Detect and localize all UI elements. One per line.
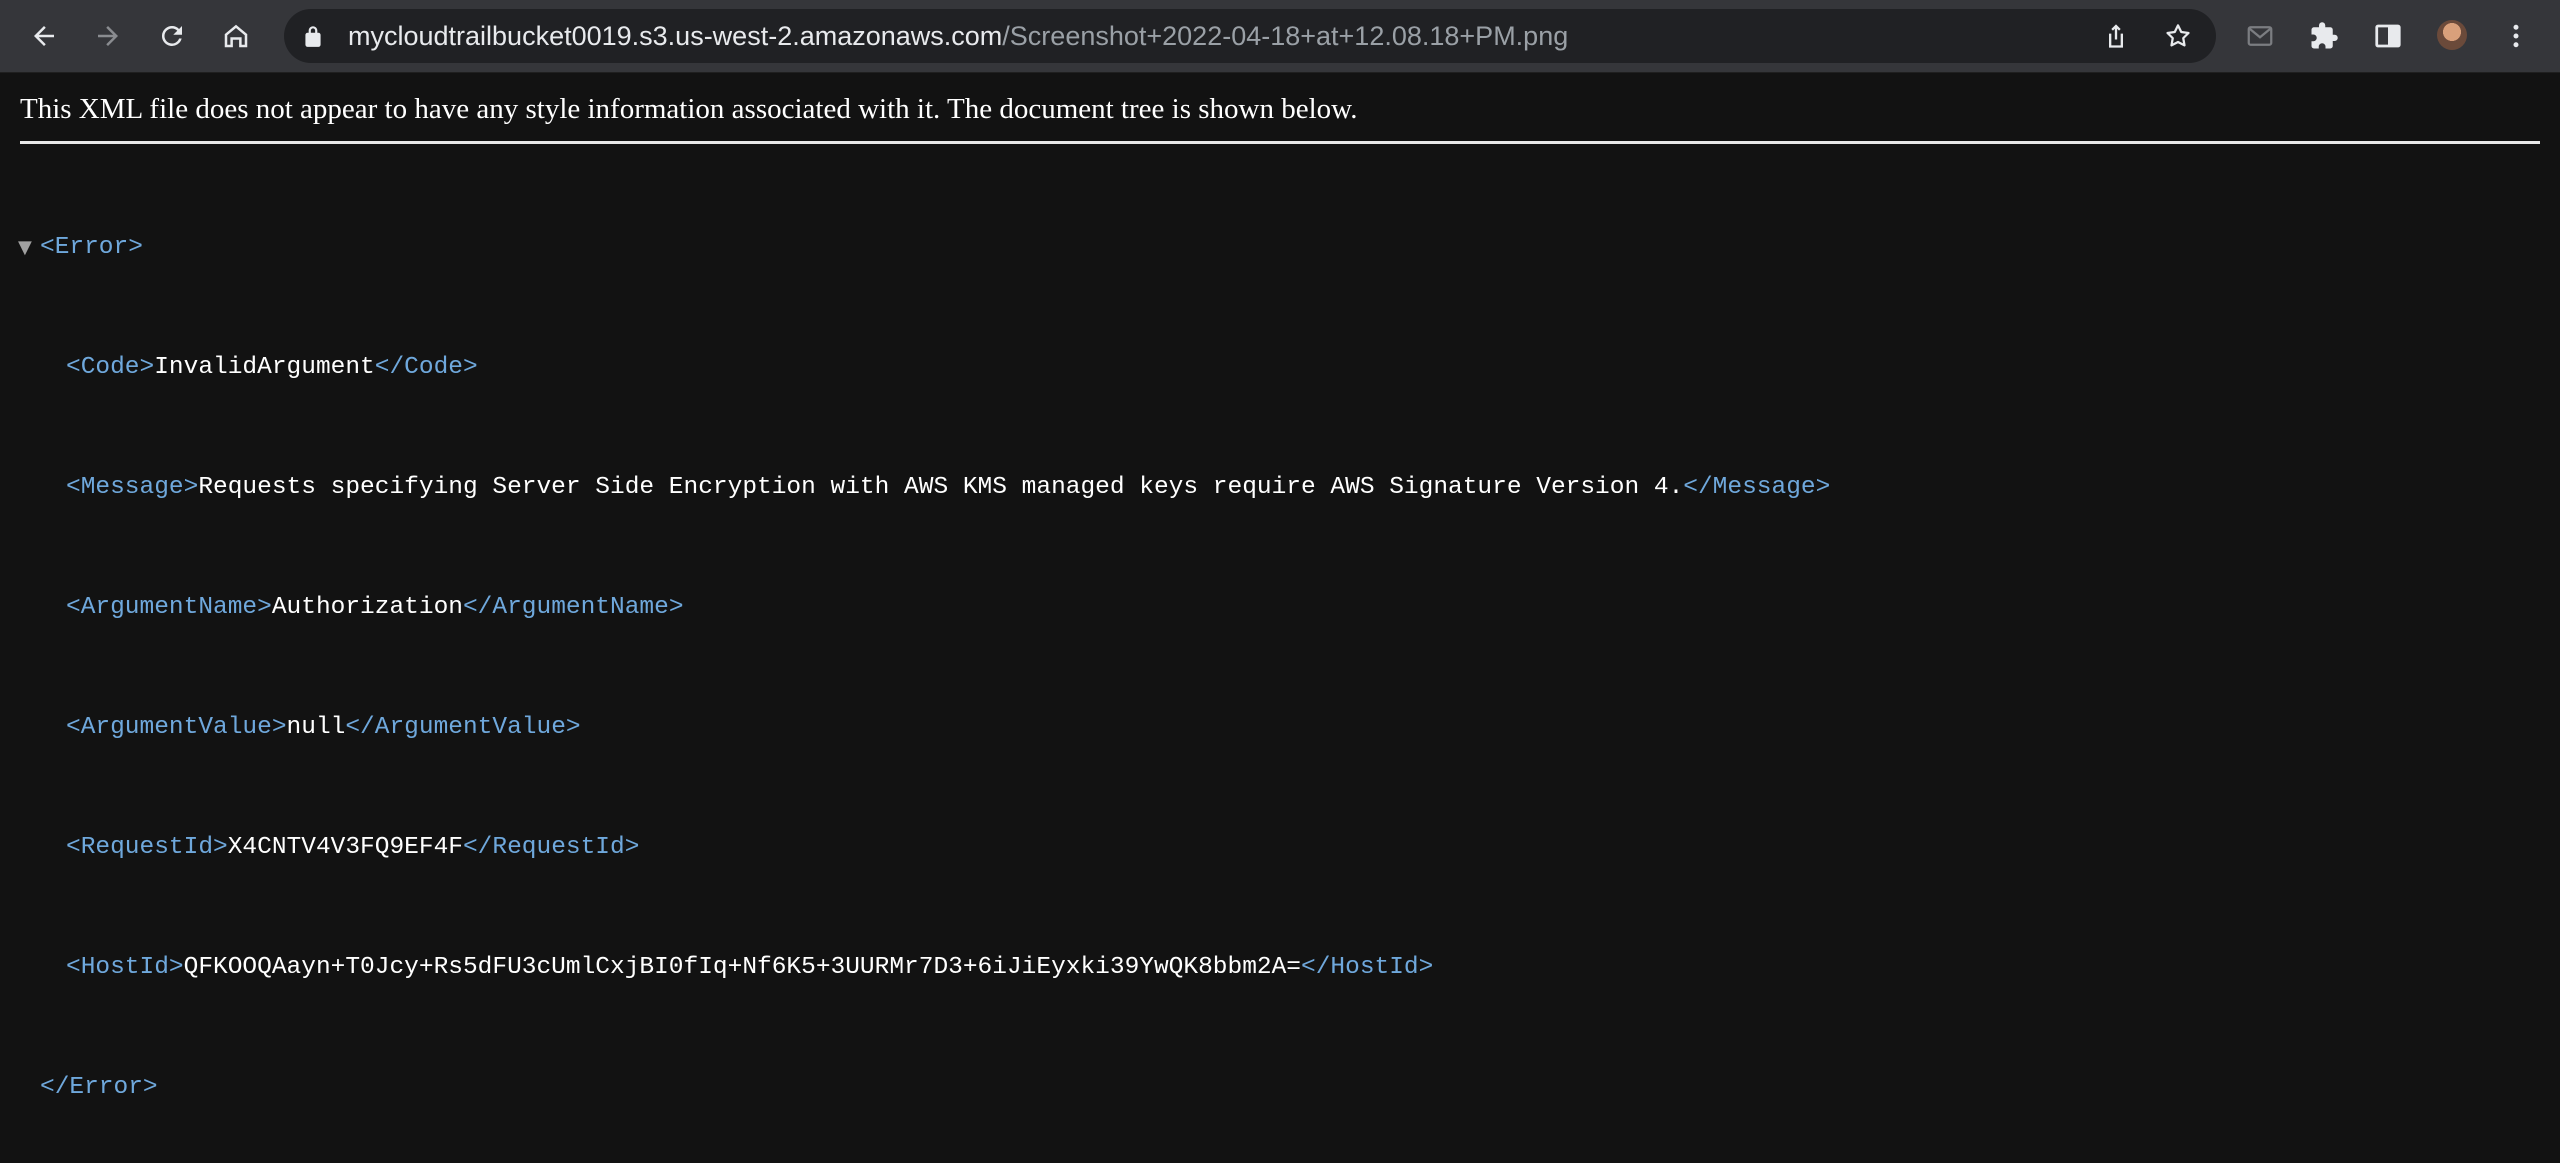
xml-tree: ▼ <Error> <Code>InvalidArgument</Code> <M… — [18, 173, 1830, 1163]
xml-tag-error-close: </Error> — [40, 1074, 158, 1101]
xml-host-id-line: <HostId>QFKOOQAayn+T0Jcy+Rs5dFU3cUmlCxjB… — [18, 953, 1830, 983]
xml-tag: </ArgumentName> — [462, 594, 684, 621]
mail-icon — [2247, 26, 2273, 46]
back-button[interactable] — [20, 12, 68, 60]
xml-tag: </RequestId> — [462, 834, 640, 861]
puzzle-icon — [2311, 22, 2338, 49]
xml-argument-name-value: Authorization — [271, 594, 463, 621]
xml-code-value: InvalidArgument — [154, 354, 375, 381]
xml-tag: </Code> — [374, 354, 478, 381]
url-host: mycloudtrailbucket0019.s3.us-west-2.amaz… — [348, 21, 1003, 51]
xml-tag: <RequestId> — [66, 834, 228, 861]
address-bar[interactable]: mycloudtrailbucket0019.s3.us-west-2.amaz… — [284, 9, 2216, 63]
menu-button[interactable] — [2492, 12, 2540, 60]
reload-button[interactable] — [148, 12, 196, 60]
browser-toolbar: mycloudtrailbucket0019.s3.us-west-2.amaz… — [0, 0, 2560, 73]
xml-message-line: <Message>Requests specifying Server Side… — [18, 473, 1830, 503]
reload-icon — [161, 25, 182, 46]
xml-tag: </Message> — [1683, 474, 1831, 501]
side-panel-button[interactable] — [2364, 12, 2412, 60]
bookmark-button[interactable] — [2160, 18, 2196, 54]
xml-tag: <Message> — [66, 474, 199, 501]
side-panel-icon — [2375, 24, 2401, 48]
mail-button[interactable] — [2236, 12, 2284, 60]
xml-root-close-line: </Error> — [18, 1073, 1830, 1103]
collapse-triangle-icon[interactable]: ▼ — [18, 233, 40, 263]
forward-button[interactable] — [84, 12, 132, 60]
back-arrow-icon — [34, 26, 54, 46]
url-text[interactable]: mycloudtrailbucket0019.s3.us-west-2.amaz… — [348, 9, 1568, 63]
xml-style-notice: This XML file does not appear to have an… — [20, 93, 1358, 125]
xml-tag: <ArgumentName> — [66, 594, 272, 621]
xml-tag: <HostId> — [66, 954, 184, 981]
xml-tag: </HostId> — [1301, 954, 1434, 981]
xml-request-id-value: X4CNTV4V3FQ9EF4F — [227, 834, 463, 861]
kebab-menu-icon — [2513, 24, 2519, 48]
xml-tag: </ArgumentValue> — [345, 714, 581, 741]
avatar[interactable] — [2437, 20, 2467, 50]
divider — [20, 141, 2540, 144]
xml-message-value: Requests specifying Server Side Encrypti… — [198, 474, 1684, 501]
share-icon — [2109, 24, 2123, 48]
lock-icon[interactable] — [300, 23, 326, 49]
xml-argument-name-line: <ArgumentName>Authorization</ArgumentNam… — [18, 593, 1830, 623]
xml-host-id-value: QFKOOQAayn+T0Jcy+Rs5dFU3cUmlCxjBI0fIq+Nf… — [183, 954, 1302, 981]
star-icon — [2166, 24, 2190, 47]
xml-tag-error-open: <Error> — [40, 234, 143, 261]
xml-request-id-line: <RequestId>X4CNTV4V3FQ9EF4F</RequestId> — [18, 833, 1830, 863]
home-button[interactable] — [212, 12, 260, 60]
xml-tag: <Code> — [66, 354, 155, 381]
xml-code-line: <Code>InvalidArgument</Code> — [18, 353, 1830, 383]
forward-arrow-icon — [98, 26, 118, 46]
share-button[interactable] — [2098, 18, 2134, 54]
xml-argument-value-value: null — [286, 714, 346, 741]
home-icon — [224, 24, 248, 48]
xml-root-open-line: ▼ <Error> — [18, 233, 1830, 263]
extensions-button[interactable] — [2300, 12, 2348, 60]
url-path: /Screenshot+2022-04-18+at+12.08.18+PM.pn… — [1002, 21, 1569, 51]
xml-viewer: This XML file does not appear to have an… — [0, 73, 2560, 1101]
xml-tag: <ArgumentValue> — [66, 714, 287, 741]
xml-argument-value-line: <ArgumentValue>null</ArgumentValue> — [18, 713, 1830, 743]
